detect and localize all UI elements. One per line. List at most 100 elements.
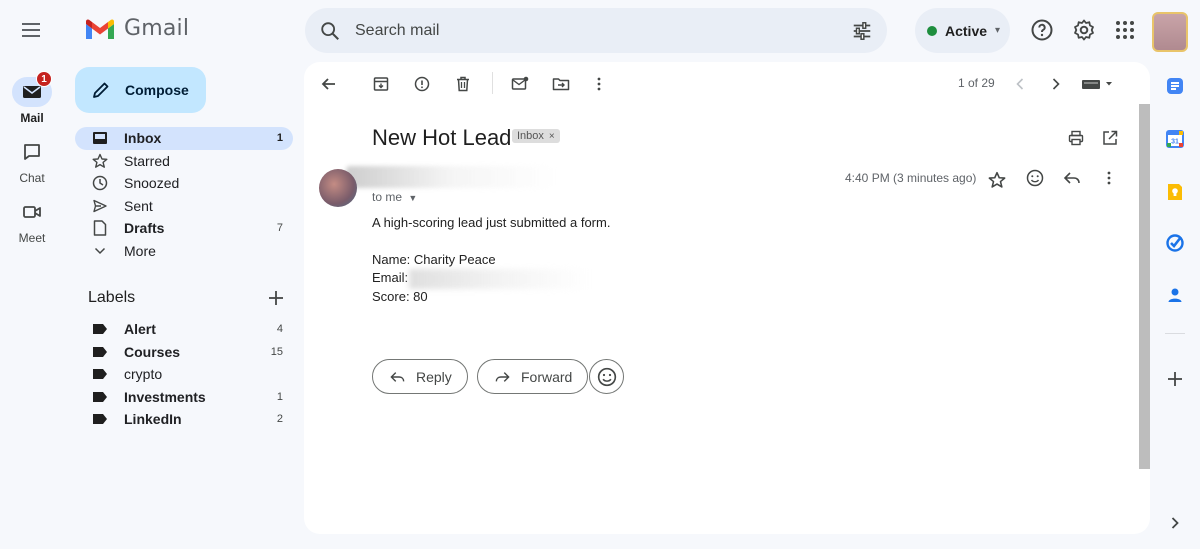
nav-label: Snoozed (124, 175, 180, 192)
side-panel-keep[interactable] (1164, 181, 1186, 203)
label-item-linkedin[interactable]: LinkedIn 2 (75, 408, 293, 431)
label-item-courses[interactable]: Courses 15 (75, 341, 293, 364)
chevron-down-icon (94, 247, 106, 254)
emoji-icon (1026, 169, 1044, 187)
search-icon[interactable] (319, 20, 341, 42)
input-tools-button[interactable] (1080, 74, 1116, 94)
nav-count: 7 (276, 222, 283, 235)
rail-chat[interactable]: Chat (0, 137, 64, 185)
chip-label: Inbox (517, 130, 544, 142)
mail-icon (23, 86, 41, 98)
side-panel-calendar[interactable]: 31 (1164, 128, 1186, 150)
help-icon[interactable] (1030, 18, 1054, 42)
label-count: 4 (276, 323, 283, 336)
nav-item-starred[interactable]: Starred (75, 150, 293, 173)
nav-item-more[interactable]: More (75, 240, 293, 263)
reaction-button[interactable] (589, 359, 624, 394)
delete-button[interactable] (453, 74, 473, 94)
scrollbar[interactable] (1139, 104, 1150, 469)
label-list: Alert 4 Courses 15 crypto Investments 1 … (75, 318, 293, 431)
labels-header: Labels (88, 288, 286, 308)
compose-button[interactable]: Compose (75, 67, 206, 113)
nav-label: More (124, 242, 156, 259)
nav-item-drafts[interactable]: Drafts 7 (75, 217, 293, 240)
main-menu-button[interactable] (18, 18, 46, 42)
more-actions-button[interactable] (589, 74, 609, 94)
trash-icon (457, 76, 469, 92)
email-body-intro: A high-scoring lead just submitted a for… (372, 215, 611, 230)
print-icon (1068, 130, 1084, 146)
label-count: 15 (270, 345, 283, 358)
open-in-new-icon (1103, 130, 1118, 145)
labels-title: Labels (88, 289, 136, 306)
open-new-window-button[interactable] (1100, 128, 1120, 148)
inbox-label-chip[interactable]: Inbox × (512, 129, 560, 143)
nav-item-sent[interactable]: Sent (75, 195, 293, 218)
rail-mail-label: Mail (20, 111, 44, 125)
email-timestamp: 4:40 PM (3 minutes ago) (845, 171, 977, 185)
remove-label-icon[interactable]: × (549, 131, 555, 142)
side-panel-tasks[interactable] (1164, 232, 1186, 254)
recipient-dropdown[interactable]: to me ▼ (372, 190, 417, 204)
label-tag-icon (93, 369, 107, 380)
move-to-button[interactable] (551, 74, 571, 94)
search-input[interactable] (355, 21, 851, 40)
move-folder-icon (552, 78, 570, 91)
side-panel-app-1[interactable] (1164, 75, 1186, 97)
rail-meet[interactable]: Meet (0, 197, 64, 245)
older-button[interactable] (1046, 74, 1066, 94)
side-panel-collapse[interactable] (1164, 512, 1186, 534)
back-button[interactable] (319, 74, 339, 94)
video-icon (23, 206, 41, 218)
unread-badge: 1 (36, 71, 52, 87)
add-label-icon[interactable] (266, 288, 286, 308)
status-selector[interactable]: Active ▾ (915, 8, 1010, 53)
account-avatar[interactable] (1152, 12, 1188, 52)
mark-unread-button[interactable] (510, 74, 530, 94)
rail-mail-pill: 1 (12, 71, 52, 107)
reply-icon-button[interactable] (1062, 168, 1082, 188)
gmail-logo[interactable]: Gmail (84, 16, 189, 41)
contacts-icon (1168, 288, 1182, 302)
label-count: 1 (276, 390, 283, 403)
label-item-crypto[interactable]: crypto (75, 363, 293, 386)
message-panel: 1 of 29 New Hot Lead Inbox × to me ▼ 4:4… (304, 62, 1150, 534)
side-panel-contacts[interactable] (1164, 284, 1186, 306)
apps-grid-icon[interactable] (1113, 18, 1137, 42)
label-item-alert[interactable]: Alert 4 (75, 318, 293, 341)
reply-icon (390, 371, 405, 382)
compose-label: Compose (125, 82, 189, 98)
report-spam-button[interactable] (412, 74, 432, 94)
keyboard-icon (1082, 80, 1112, 89)
nav-item-inbox[interactable]: Inbox 1 (75, 127, 293, 150)
recipient-text: to me (372, 190, 403, 204)
reply-button[interactable]: Reply (372, 359, 468, 394)
label-name: Alert (124, 321, 156, 338)
label-item-investments[interactable]: Investments 1 (75, 386, 293, 409)
nav-item-snoozed[interactable]: Snoozed (75, 172, 293, 195)
label-tag-icon (93, 346, 107, 357)
gmail-m-icon (86, 18, 114, 39)
search-options-icon[interactable] (851, 20, 873, 42)
keep-icon (1168, 184, 1182, 200)
svg-text:31: 31 (1171, 139, 1179, 146)
sender-avatar (319, 169, 357, 207)
side-panel-add-addon[interactable] (1164, 368, 1186, 390)
search-bar[interactable] (305, 8, 887, 53)
add-reaction-button[interactable] (1025, 168, 1045, 188)
label-name: crypto (124, 366, 163, 383)
star-button[interactable] (987, 170, 1007, 190)
rail-mail[interactable]: 1 Mail (0, 71, 64, 125)
more-vert-icon (597, 77, 601, 91)
message-more-button[interactable] (1099, 168, 1119, 188)
rail-chat-label: Chat (19, 171, 45, 185)
newer-button[interactable] (1010, 74, 1030, 94)
nav-label: Drafts (124, 220, 165, 237)
forward-button[interactable]: Forward (477, 359, 589, 394)
archive-button[interactable] (371, 74, 391, 94)
rail-chat-pill (12, 137, 52, 167)
print-button[interactable] (1066, 128, 1086, 148)
nav-label: Inbox (124, 130, 162, 147)
caret-down-icon: ▼ (408, 193, 418, 203)
settings-icon[interactable] (1072, 18, 1096, 42)
